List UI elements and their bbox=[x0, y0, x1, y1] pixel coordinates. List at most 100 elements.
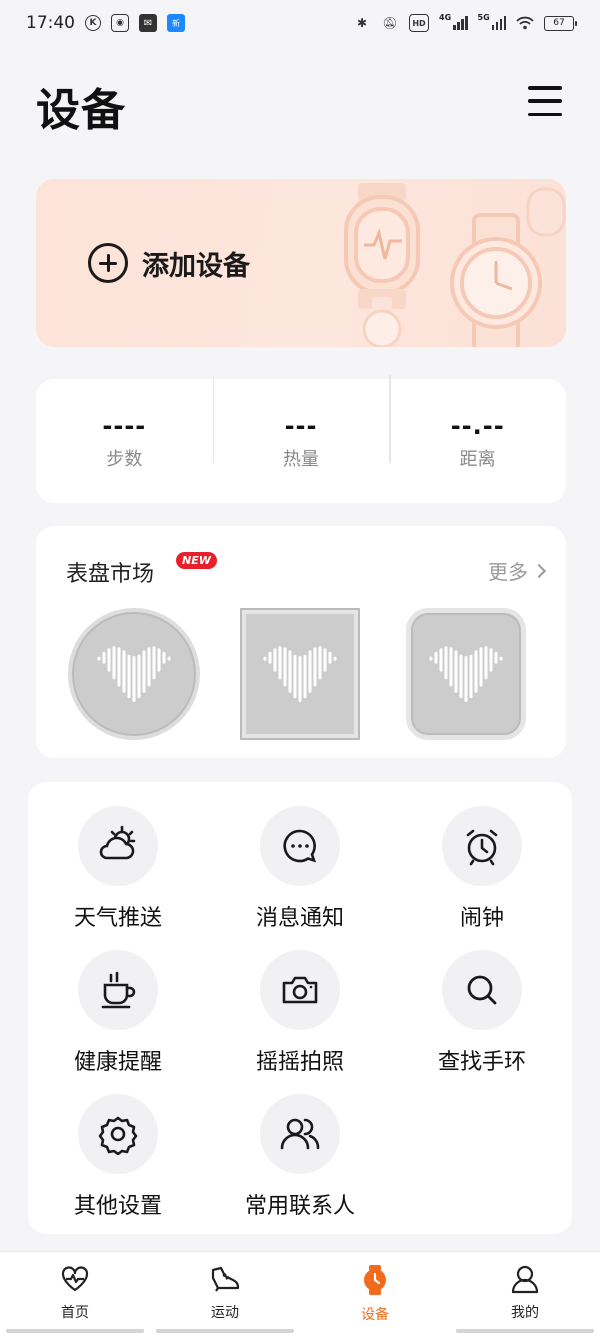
heart-bar bbox=[318, 646, 322, 680]
feature-icon-wrap bbox=[442, 950, 522, 1030]
stat-value: ---- bbox=[102, 412, 147, 440]
feature-weather-push[interactable]: 天气推送 bbox=[28, 806, 208, 932]
feature-shake-photo[interactable]: 摇摇拍照 bbox=[210, 950, 390, 1076]
menu-line bbox=[528, 99, 562, 103]
stat-calories: --- 热量 bbox=[212, 375, 390, 471]
watch-face-round[interactable] bbox=[68, 608, 200, 740]
feature-find-band[interactable]: 查找手环 bbox=[392, 950, 572, 1076]
heart-bar bbox=[298, 656, 302, 702]
status-time: 17:40 bbox=[26, 13, 75, 33]
screen-record-icon: ◉ bbox=[111, 14, 129, 32]
feature-label: 天气推送 bbox=[73, 906, 162, 931]
heart-bar bbox=[328, 651, 332, 664]
heart-bar bbox=[97, 656, 101, 661]
feature-icon-wrap bbox=[78, 950, 158, 1030]
stat-value: --.-- bbox=[450, 412, 505, 440]
heart-bar bbox=[474, 650, 478, 693]
heart-bar bbox=[499, 656, 503, 661]
stats-card: ---- 步数 --- 热量 --.-- 距离 bbox=[36, 375, 566, 503]
feature-alarm[interactable]: 闹钟 bbox=[392, 806, 572, 932]
heart-bar bbox=[278, 646, 282, 680]
chevron-right-icon bbox=[531, 563, 547, 578]
menu-line bbox=[528, 86, 562, 90]
stat-label: 距离 bbox=[459, 449, 496, 470]
heart-wave-icon bbox=[263, 646, 337, 702]
heart-wave-icon bbox=[429, 646, 503, 702]
heart-bar bbox=[152, 646, 156, 680]
nav-label: 首页 bbox=[61, 1305, 89, 1321]
camera-icon bbox=[282, 976, 318, 1004]
heart-bar bbox=[449, 647, 453, 687]
stat-label: 热量 bbox=[283, 449, 319, 470]
nav-underline bbox=[456, 1329, 594, 1333]
heart-bar bbox=[459, 654, 463, 699]
heart-bar bbox=[308, 650, 312, 693]
add-device-card[interactable]: 添加设备 bbox=[36, 179, 566, 347]
stat-label: 步数 bbox=[106, 449, 143, 470]
mail-icon: ✉ bbox=[139, 14, 157, 32]
heart-bar bbox=[303, 654, 307, 699]
add-device-button[interactable]: 添加设备 bbox=[88, 243, 250, 283]
person-icon bbox=[511, 1265, 539, 1294]
heart-bar bbox=[167, 656, 171, 661]
heart-bar bbox=[333, 656, 337, 661]
watch-face-square[interactable] bbox=[240, 608, 360, 740]
more-label: 更多 bbox=[488, 560, 528, 584]
heart-bar bbox=[127, 654, 131, 699]
wifi-icon bbox=[516, 14, 534, 32]
feature-other-settings[interactable]: 其他设置 bbox=[28, 1094, 208, 1220]
heart-bar bbox=[162, 651, 166, 664]
feature-icon-wrap bbox=[78, 1094, 158, 1174]
watch-icon bbox=[364, 1265, 386, 1295]
weather-icon bbox=[99, 825, 136, 860]
watch-face-rounded-square[interactable] bbox=[406, 608, 526, 740]
heart-bar bbox=[439, 648, 443, 672]
gear-icon bbox=[98, 1116, 138, 1155]
new-badge: NEW bbox=[176, 552, 217, 569]
feature-icon-wrap bbox=[260, 806, 340, 886]
add-device-label: 添加设备 bbox=[142, 250, 250, 282]
heart-bar bbox=[137, 654, 141, 699]
nav-label: 运动 bbox=[211, 1305, 239, 1321]
heart-bar bbox=[283, 647, 287, 687]
heart-bar bbox=[464, 656, 468, 702]
feature-health-reminder[interactable]: 健康提醒 bbox=[28, 950, 208, 1076]
heart-bar bbox=[147, 647, 151, 687]
heart-bar bbox=[479, 647, 483, 687]
heart-bar bbox=[469, 654, 473, 699]
heart-bar bbox=[112, 646, 116, 680]
feature-message-notify[interactable]: 消息通知 bbox=[210, 806, 390, 932]
nav-mine[interactable]: 我的 bbox=[450, 1252, 600, 1336]
feature-icon-wrap bbox=[260, 1094, 340, 1174]
signal-4g-icon: 4G bbox=[439, 13, 468, 30]
watch-face-market-title: 表盘市场 bbox=[66, 562, 155, 587]
heart-bar bbox=[107, 648, 111, 672]
plus-circle-icon bbox=[88, 243, 128, 283]
nav-device[interactable]: 设备 bbox=[300, 1252, 450, 1336]
heart-bar bbox=[454, 650, 458, 693]
bluetooth-icon: ✱ bbox=[356, 16, 368, 30]
more-link[interactable]: 更多 bbox=[488, 556, 547, 585]
heart-bar bbox=[122, 650, 126, 693]
shoe-icon bbox=[211, 1266, 240, 1292]
stat-steps: ---- 步数 bbox=[36, 411, 213, 471]
menu-button[interactable] bbox=[528, 86, 562, 116]
heart-bar bbox=[132, 656, 136, 702]
heart-bar bbox=[117, 647, 121, 687]
nav-sport[interactable]: 运动 bbox=[150, 1252, 300, 1336]
heart-bar bbox=[102, 651, 106, 664]
page-title: 设备 bbox=[36, 85, 126, 136]
heart-bar bbox=[323, 648, 327, 672]
nav-home[interactable]: 首页 bbox=[0, 1252, 150, 1336]
heart-bar bbox=[263, 656, 267, 661]
feature-label: 健康提醒 bbox=[73, 1050, 162, 1075]
heart-wave-icon bbox=[97, 646, 171, 702]
status-bar: 17:40 K ◉ ✉ 新 ✱ 🔕︎ HD 4G 5G 67 bbox=[0, 0, 600, 46]
heart-bar bbox=[489, 648, 493, 672]
nav-label: 我的 bbox=[511, 1305, 539, 1321]
feature-label: 消息通知 bbox=[255, 906, 344, 931]
watch-illustration-icon bbox=[344, 181, 566, 347]
heart-bar bbox=[484, 646, 488, 680]
k-circle-icon: K bbox=[85, 15, 101, 31]
feature-contacts[interactable]: 常用联系人 bbox=[210, 1094, 390, 1220]
